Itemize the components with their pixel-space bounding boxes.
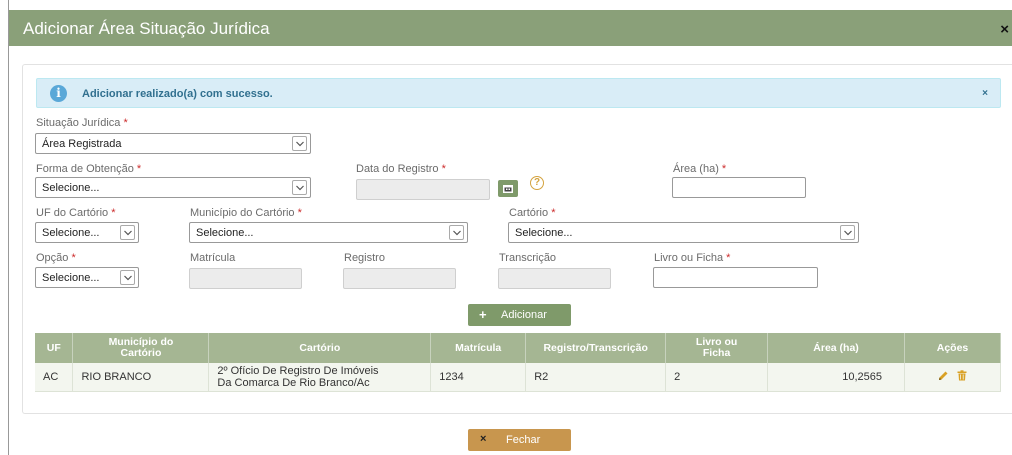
help-icon[interactable]: ? [530,176,544,190]
uf-value: Selecione... [42,227,100,239]
transcricao-input[interactable] [498,268,611,289]
cartorio-label: Cartório * [509,207,556,219]
window-border [8,0,9,455]
cell-cartorio: 2º Ofício De Registro De Imóveis Da Comar… [208,363,432,392]
transcricao-label: Transcrição [499,252,557,264]
close-icon: × [480,433,487,445]
livro-input[interactable] [653,267,818,288]
calendar-button[interactable] [498,180,518,197]
add-button-label: Adicionar [501,309,547,321]
chevron-down-icon [120,225,135,240]
cell-uf: AC [35,363,74,392]
cell-registro: R2 [525,363,667,392]
situacao-label: Situação Jurídica * [36,117,128,129]
cell-livro: 2 [665,363,769,392]
col-header-matricula: Matrícula [430,333,527,363]
uf-select[interactable]: Selecione... [35,222,139,243]
cell-municipio: RIO BRANCO [72,363,210,392]
forma-value: Selecione... [42,182,100,194]
chevron-down-icon [292,180,307,195]
opcao-label: Opção * [36,252,76,264]
data-registro-label: Data do Registro * [356,163,446,175]
col-header-area: Área (ha) [767,333,905,363]
plus-icon: + [479,307,487,322]
forma-select[interactable]: Selecione... [35,177,311,198]
close-button-label: Fechar [506,434,541,446]
close-button[interactable]: × Fechar [468,429,571,451]
cell-area: 10,2565 [767,363,905,392]
cell-matricula: 1234 [430,363,527,392]
areas-table: UF Município do Cartório Cartório Matrícu… [35,333,1001,392]
col-header-cartorio: Cartório [208,333,432,363]
chevron-down-icon [449,225,464,240]
chevron-down-icon [292,136,307,151]
matricula-input[interactable] [189,268,302,289]
alert-message: Adicionar realizado(a) com sucesso. [82,88,273,100]
col-header-livro: Livro ou Ficha [665,333,769,363]
registro-label: Registro [344,252,385,264]
livro-label: Livro ou Ficha * [654,252,731,264]
success-alert: i Adicionar realizado(a) com sucesso. × [36,78,1001,108]
municipio-label: Município do Cartório * [190,207,302,219]
col-header-acoes: Ações [904,333,1001,363]
forma-label: Forma de Obtenção * [36,163,142,175]
col-header-registro: Registro/Transcrição [525,333,667,363]
cell-acoes [904,363,1001,392]
cartorio-select[interactable]: Selecione... [508,222,859,243]
col-header-municipio: Município do Cartório [72,333,210,363]
table-row: AC RIO BRANCO 2º Ofício De Registro De I… [35,363,1001,392]
close-icon[interactable]: × [1000,21,1009,38]
municipio-select[interactable]: Selecione... [189,222,468,243]
data-registro-input[interactable] [356,179,490,200]
area-input[interactable] [672,177,806,198]
chevron-down-icon [840,225,855,240]
modal-header: Adicionar Área Situação Jurídica × [9,10,1012,46]
chevron-down-icon [120,270,135,285]
table-header-row: UF Município do Cartório Cartório Matrícu… [35,333,1001,363]
add-button[interactable]: + Adicionar [468,304,571,326]
matricula-label: Matrícula [190,252,236,264]
trash-icon[interactable] [957,370,967,384]
pencil-icon[interactable] [938,370,949,384]
opcao-select[interactable]: Selecione... [35,267,139,288]
alert-close-icon[interactable]: × [982,88,988,99]
modal-title: Adicionar Área Situação Jurídica [23,19,270,38]
info-icon: i [50,85,67,102]
col-header-uf: UF [35,333,74,363]
area-label: Área (ha) * [673,163,727,175]
situacao-select[interactable]: Área Registrada [35,133,311,154]
registro-input[interactable] [343,268,456,289]
opcao-value: Selecione... [42,272,100,284]
cartorio-value: Selecione... [515,227,573,239]
calendar-icon [503,185,513,193]
uf-label: UF do Cartório * [36,207,116,219]
situacao-value: Área Registrada [42,138,122,150]
municipio-value: Selecione... [196,227,254,239]
